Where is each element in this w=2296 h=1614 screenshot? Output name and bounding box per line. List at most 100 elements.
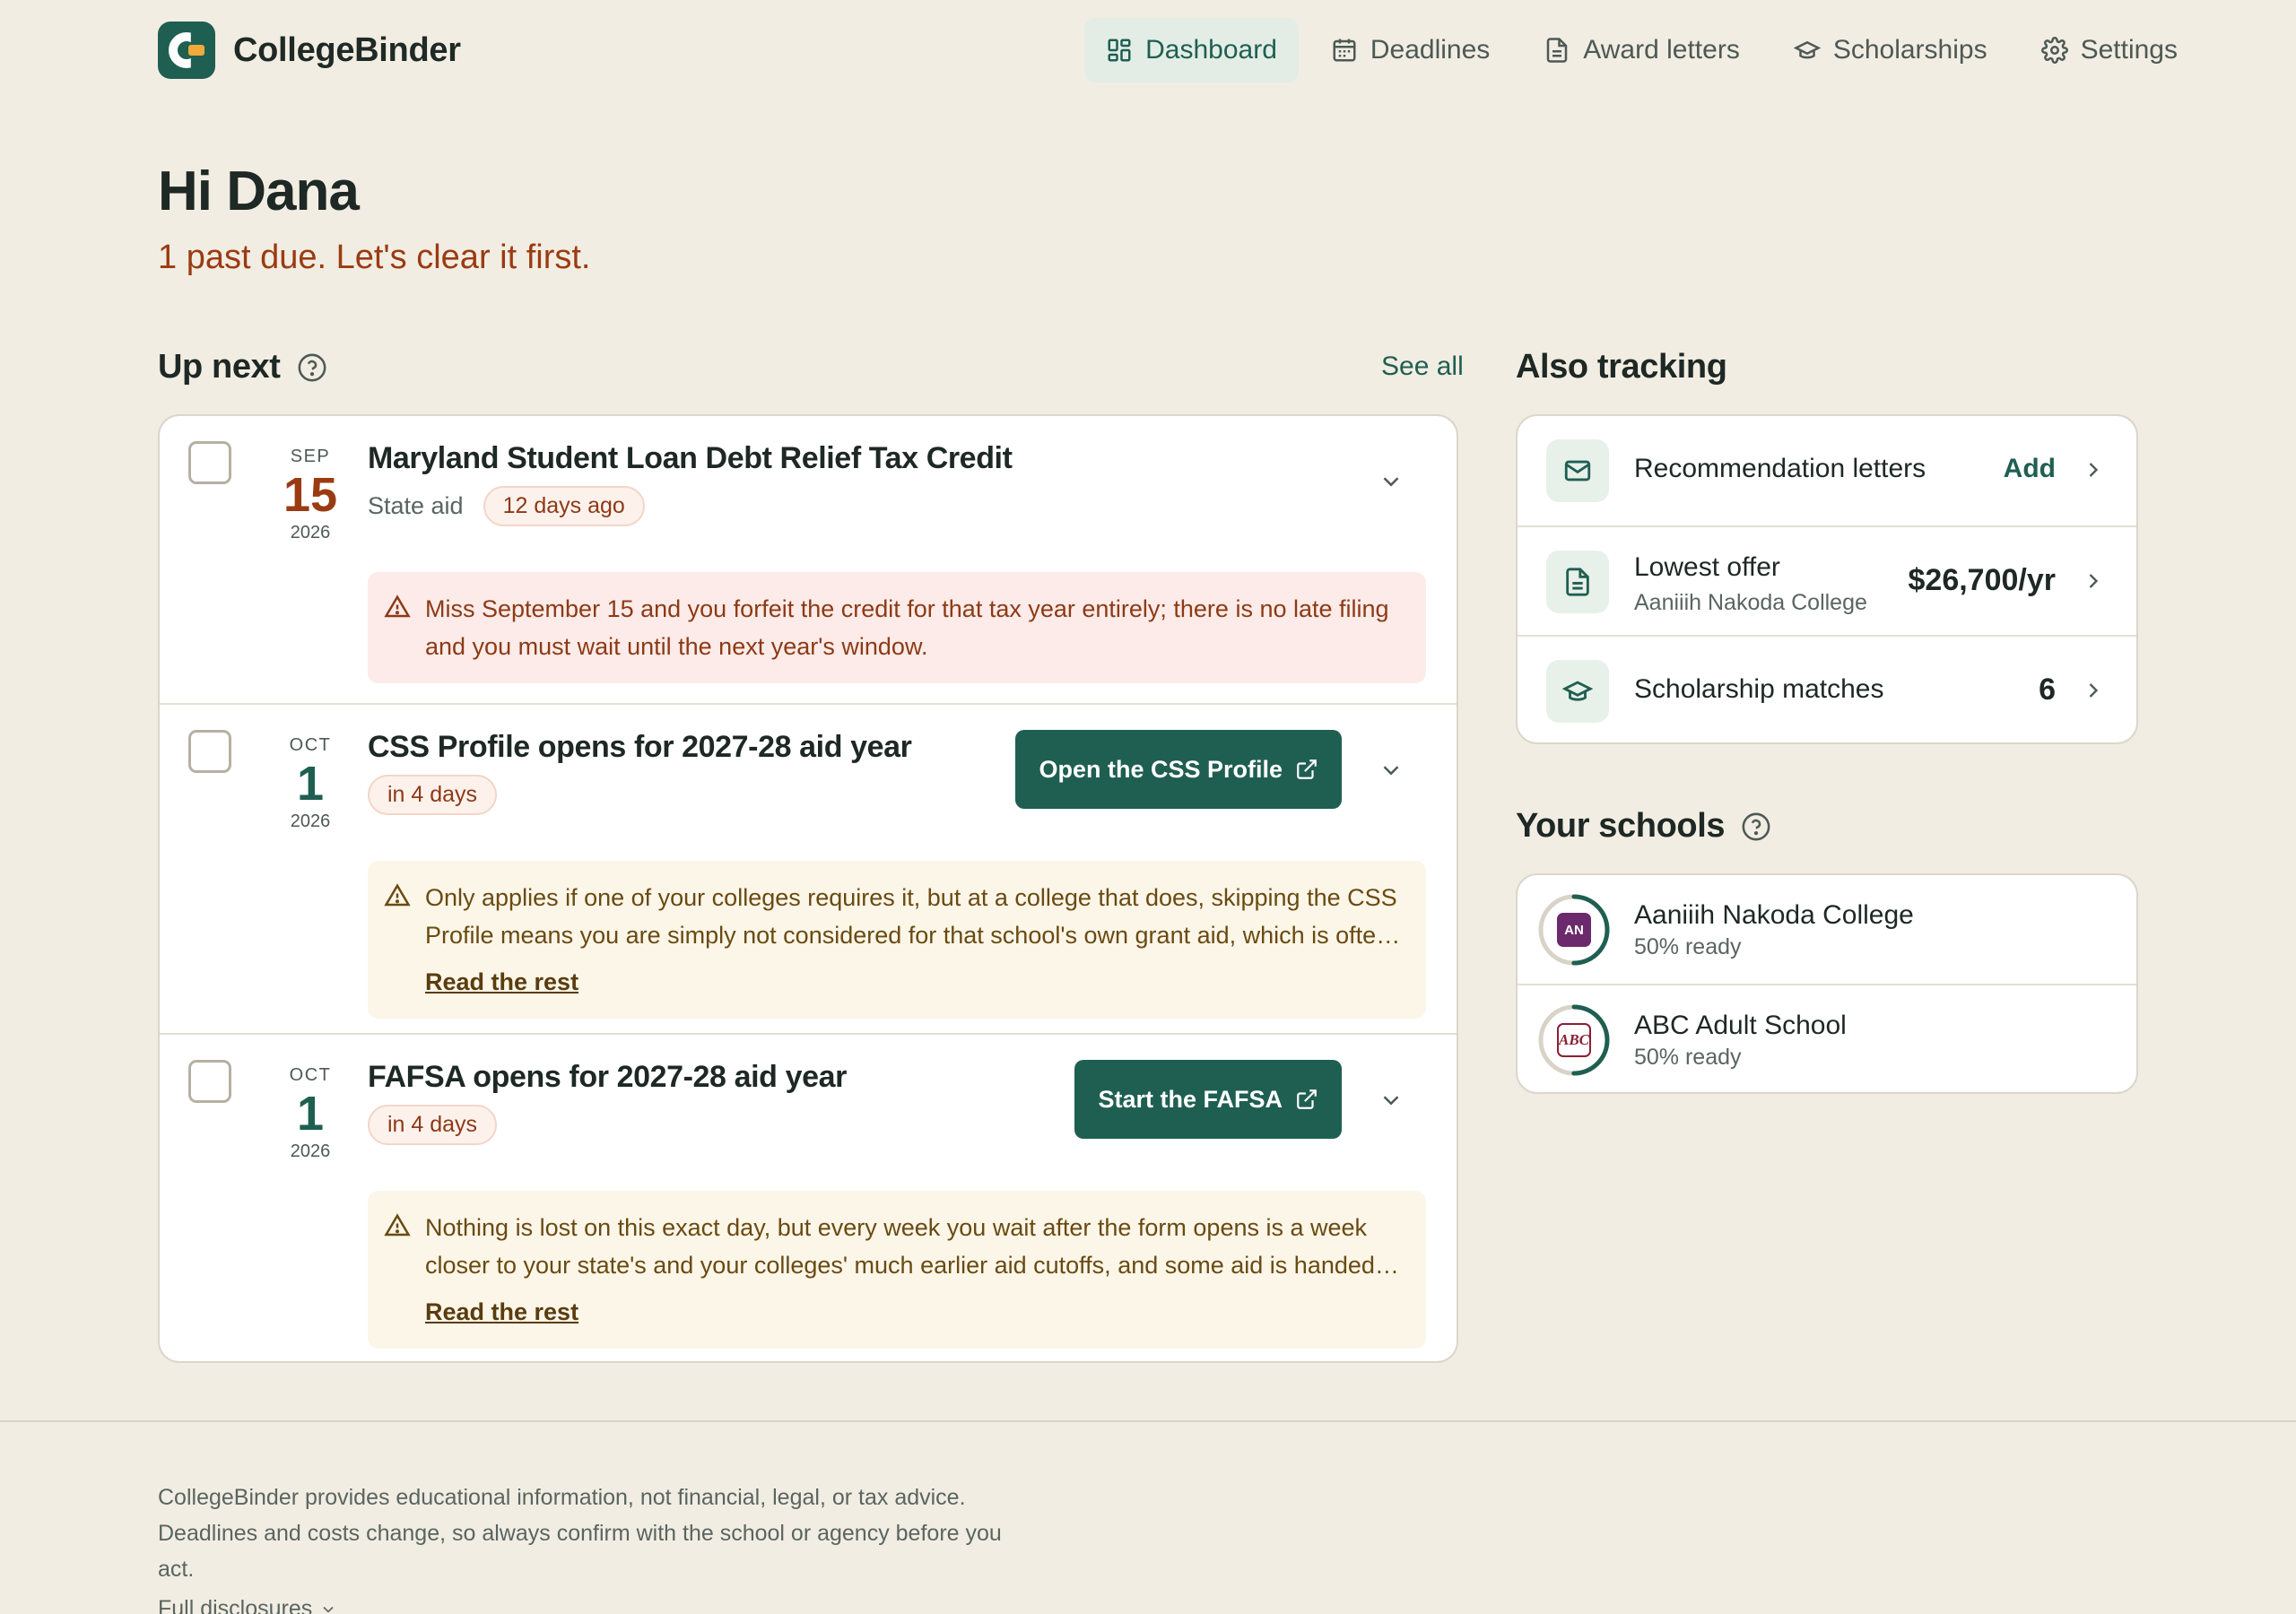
read-the-rest-link[interactable]: Read the rest [425, 963, 578, 1001]
mail-icon [1546, 439, 1609, 502]
date-month: SEP [290, 447, 331, 466]
deadline-title[interactable]: FAFSA opens for 2027-28 aid year [368, 1060, 847, 1095]
nav-scholarships-label: Scholarships [1832, 35, 1987, 65]
warning-text: Nothing is lost on this exact day, but e… [425, 1214, 1375, 1279]
deadline-warning: Only applies if one of your colleges req… [368, 861, 1426, 1019]
chevron-down-icon[interactable] [1378, 757, 1405, 784]
nav-deadlines[interactable]: Deadlines [1309, 18, 1511, 82]
nav-scholarships[interactable]: Scholarships [1772, 18, 2009, 82]
nav-dashboard[interactable]: Dashboard [1084, 18, 1299, 82]
full-disclosures-label: Full disclosures [158, 1596, 313, 1614]
main-nav: Dashboard Deadlines Award letters Schola… [1084, 18, 2199, 82]
warning-icon [384, 594, 411, 618]
school-row[interactable]: ABC ABC Adult School 50% ready [1518, 984, 2136, 1092]
warning-text: Miss September 15 and you forfeit the cr… [425, 595, 1389, 660]
school-name: ABC Adult School [1634, 1011, 1847, 1040]
date-month: OCT [289, 735, 332, 755]
nav-award-letters-label: Award letters [1583, 35, 1740, 65]
deadline-item: SEP 15 2026 Maryland Student Loan Debt R… [160, 416, 1457, 703]
date-day: 15 [283, 468, 338, 522]
graduation-cap-icon [1793, 40, 1821, 59]
footer-disclaimer: CollegeBinder provides educational infor… [158, 1485, 1002, 1582]
full-disclosures-toggle[interactable]: Full disclosures [158, 1596, 337, 1614]
up-next-list: SEP 15 2026 Maryland Student Loan Debt R… [158, 414, 1458, 1363]
read-the-rest-link[interactable]: Read the rest [425, 1293, 578, 1331]
nav-dashboard-label: Dashboard [1145, 35, 1277, 65]
nav-settings-label: Settings [2080, 35, 2178, 65]
external-link-icon [1297, 1089, 1317, 1109]
warning-text: Only applies if one of your colleges req… [425, 884, 1397, 949]
start-fafsa-button[interactable]: Start the FAFSA [1074, 1060, 1342, 1139]
dashboard-icon [1108, 39, 1131, 62]
deadline-category: State aid [368, 492, 464, 519]
lowest-offer-row[interactable]: Lowest offer Aaniiih Nakoda College $26,… [1518, 525, 2136, 635]
chevron-down-icon[interactable] [1378, 1087, 1405, 1114]
your-schools-title: Your schools [1516, 807, 1726, 845]
scholarship-matches-row[interactable]: Scholarship matches 6 [1518, 635, 2136, 742]
date-day: 1 [296, 757, 325, 811]
footer-divider [0, 1420, 2296, 1422]
add-recommendation-link[interactable]: Add [2004, 454, 2056, 484]
warning-icon [384, 883, 411, 907]
complete-checkbox[interactable] [188, 730, 231, 773]
up-next-heading: Up next [158, 348, 327, 386]
deadline-meta: in 4 days [368, 1105, 498, 1145]
graduation-cap-icon [1546, 660, 1609, 723]
brand[interactable]: CollegeBinder [158, 22, 461, 79]
complete-checkbox[interactable] [188, 1060, 231, 1103]
chevron-right-icon [2089, 574, 2099, 588]
date-year: 2026 [290, 1141, 331, 1161]
document-icon [1547, 38, 1568, 63]
also-tracking-title: Also tracking [1516, 348, 1727, 386]
school-row[interactable]: AN Aaniiih Nakoda College 50% ready [1518, 875, 2136, 984]
gear-icon [2040, 37, 2068, 64]
chevron-down-icon [323, 1606, 334, 1613]
date-day: 1 [296, 1087, 325, 1141]
chevron-right-icon [2089, 683, 2099, 698]
external-link-icon [1297, 759, 1317, 779]
nav-award-letters[interactable]: Award letters [1522, 18, 1761, 82]
deadline-date: OCT 1 2026 [265, 735, 355, 832]
chevron-down-icon[interactable] [1378, 468, 1405, 495]
tracking-label: Scholarship matches [1634, 674, 1884, 704]
deadline-warning: Miss September 15 and you forfeit the cr… [368, 572, 1426, 683]
due-badge: in 4 days [368, 1105, 498, 1145]
document-icon [1546, 551, 1609, 613]
see-all-link[interactable]: See all [1381, 351, 1464, 382]
lowest-offer-value: $26,700/yr [1908, 563, 2057, 597]
past-due-summary: 1 past due. Let's clear it first. [158, 239, 591, 276]
recommendation-letters-row[interactable]: Recommendation letters Add [1518, 416, 2136, 525]
deadline-item: OCT 1 2026 CSS Profile opens for 2027-28… [160, 703, 1457, 1033]
date-year: 2026 [290, 811, 331, 831]
nav-settings[interactable]: Settings [2020, 18, 2199, 82]
school-logo-badge: AN [1557, 913, 1591, 947]
date-year: 2026 [290, 523, 331, 542]
calendar-icon [1333, 39, 1356, 62]
deadline-meta: in 4 days [368, 775, 498, 815]
tracking-sublabel: Aaniiih Nakoda College [1634, 590, 1867, 615]
school-logo-badge: ABC [1557, 1023, 1591, 1057]
deadline-item: OCT 1 2026 FAFSA opens for 2027-28 aid y… [160, 1033, 1457, 1361]
top-navigation: CollegeBinder Dashboard Deadlines Award … [0, 0, 2296, 102]
also-tracking-list: Recommendation letters Add Lowest offer … [1516, 414, 2138, 744]
open-css-profile-button[interactable]: Open the CSS Profile [1015, 730, 1342, 809]
help-icon[interactable] [297, 352, 327, 383]
deadline-title[interactable]: Maryland Student Loan Debt Relief Tax Cr… [368, 441, 1013, 476]
schools-list: AN Aaniiih Nakoda College 50% ready ABC … [1516, 873, 2138, 1094]
greeting-title: Hi Dana [158, 161, 360, 222]
school-name: Aaniiih Nakoda College [1634, 900, 1914, 930]
your-schools-heading: Your schools [1516, 807, 1771, 846]
past-due-badge: 12 days ago [483, 486, 645, 526]
deadline-meta: State aid 12 days ago [368, 486, 645, 526]
chevron-right-icon [2089, 463, 2099, 477]
school-readiness: 50% ready [1634, 1045, 1742, 1070]
deadline-date: OCT 1 2026 [265, 1065, 355, 1162]
deadline-title[interactable]: CSS Profile opens for 2027-28 aid year [368, 730, 912, 765]
brand-name: CollegeBinder [233, 30, 461, 69]
nav-deadlines-label: Deadlines [1370, 35, 1491, 65]
cta-label: Start the FAFSA [1098, 1085, 1283, 1113]
help-icon[interactable] [1741, 811, 1771, 842]
school-readiness: 50% ready [1634, 934, 1742, 959]
complete-checkbox[interactable] [188, 441, 231, 484]
cta-label: Open the CSS Profile [1039, 755, 1283, 783]
